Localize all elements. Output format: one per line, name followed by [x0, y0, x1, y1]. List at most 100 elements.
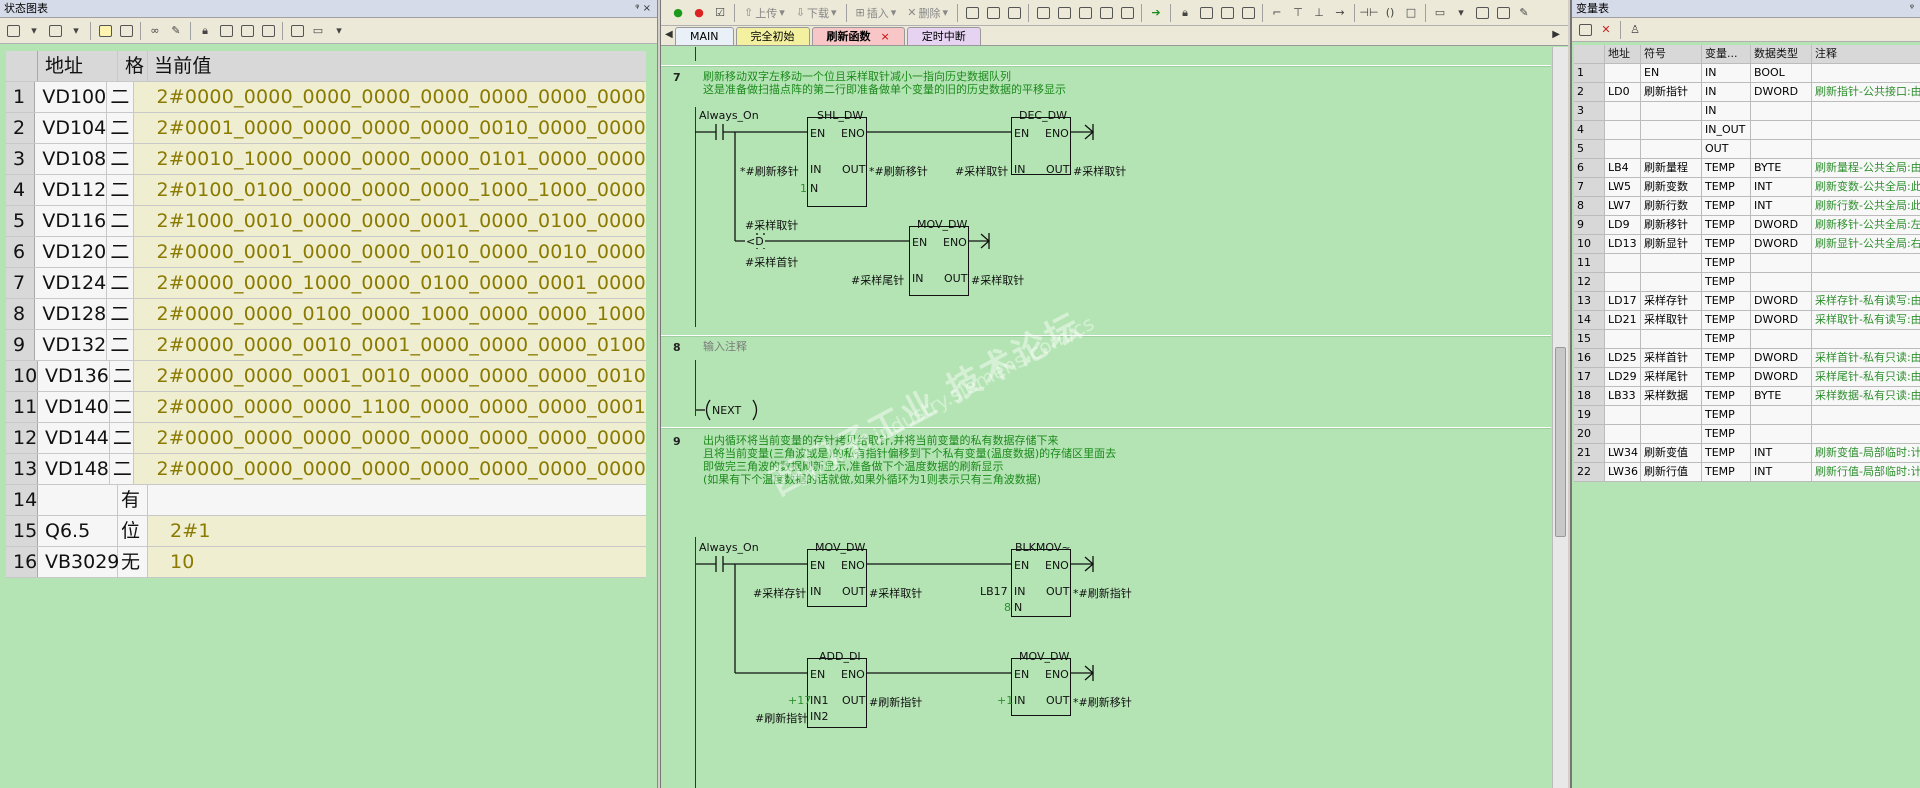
- table-icon[interactable]: [46, 22, 64, 40]
- add-row-icon[interactable]: [4, 22, 22, 40]
- operand[interactable]: #采样存针: [753, 585, 806, 601]
- cross-ref-icon[interactable]: [1494, 4, 1512, 22]
- comment-cell[interactable]: [1812, 102, 1920, 120]
- scrollbar-thumb[interactable]: [1555, 347, 1566, 537]
- comment-cell[interactable]: 采样数据-私有只读:由: [1812, 387, 1920, 405]
- comment-cell[interactable]: 采样尾针-私有只读:由: [1812, 368, 1920, 386]
- address-cell[interactable]: LD13: [1605, 235, 1641, 253]
- address-cell[interactable]: VD112: [35, 175, 108, 205]
- value-cell[interactable]: 2#0010_1000_0000_0000_0000_0101_0000_000…: [134, 144, 646, 174]
- goto-icon[interactable]: ➔: [1147, 4, 1165, 22]
- unforce-icon[interactable]: [238, 22, 256, 40]
- editor-vertical-scrollbar[interactable]: [1552, 47, 1568, 788]
- var-type-cell[interactable]: IN: [1702, 64, 1751, 82]
- network-comment[interactable]: (如果有下个温度数据的话就做,如果外循环为1则表示只有三角波数据): [703, 473, 1041, 486]
- data-type-cell[interactable]: [1751, 273, 1812, 291]
- contact-icon[interactable]: ⊣⊢: [1359, 4, 1378, 22]
- operand-constant[interactable]: +1: [997, 694, 1013, 707]
- address-cell[interactable]: VD148: [38, 454, 110, 484]
- address-cell[interactable]: [1605, 406, 1641, 424]
- value-cell[interactable]: 2#0000_0000_0000_1100_0000_0000_0000_000…: [134, 392, 646, 422]
- format-cell[interactable]: 二: [109, 361, 135, 391]
- format-cell[interactable]: 无: [118, 547, 148, 577]
- data-type-cell[interactable]: DWORD: [1751, 368, 1812, 386]
- symbol-table-icon[interactable]: [1473, 4, 1491, 22]
- operand[interactable]: #采样取针: [955, 163, 1008, 179]
- data-type-cell[interactable]: BYTE: [1751, 387, 1812, 405]
- address-cell[interactable]: VD100: [35, 82, 108, 112]
- format-cell[interactable]: 二: [109, 454, 135, 484]
- var-type-cell[interactable]: TEMP: [1702, 159, 1751, 177]
- var-type-cell[interactable]: TEMP: [1702, 292, 1751, 310]
- var-type-cell[interactable]: OUT: [1702, 140, 1751, 158]
- address-cell[interactable]: VB3029: [38, 547, 119, 577]
- insert-row-icon[interactable]: [1576, 21, 1594, 39]
- format-cell[interactable]: 二: [107, 144, 135, 174]
- data-type-cell[interactable]: [1751, 330, 1812, 348]
- symbol-cell[interactable]: 刷新显针: [1641, 235, 1702, 253]
- data-type-cell[interactable]: INT: [1751, 444, 1812, 462]
- address-cell[interactable]: VD140: [38, 392, 110, 422]
- lock-icon[interactable]: 🔒︎: [1176, 4, 1194, 22]
- format-cell[interactable]: 位: [118, 516, 148, 546]
- delete-button[interactable]: ✕ 删除 ▾: [903, 5, 952, 21]
- contact-operand[interactable]: #采样取针: [745, 217, 798, 233]
- symbol-cell[interactable]: 刷新变数: [1641, 178, 1702, 196]
- data-type-cell[interactable]: DWORD: [1751, 83, 1812, 101]
- operand[interactable]: #采样取针: [1073, 163, 1126, 179]
- table-row[interactable]: 9 LD9 刷新移针 TEMP DWORD 刷新移针-公共全局:左: [1574, 216, 1920, 235]
- dropdown-icon[interactable]: ▾: [67, 22, 85, 40]
- var-type-cell[interactable]: TEMP: [1702, 406, 1751, 424]
- dropdown-icon[interactable]: ▾: [25, 22, 43, 40]
- address-cell[interactable]: VD124: [35, 268, 108, 298]
- data-type-cell[interactable]: [1751, 425, 1812, 443]
- table-row[interactable]: 13 LD17 采样存针 TEMP DWORD 采样存针-私有读写:由: [1574, 292, 1920, 311]
- var-type-cell[interactable]: TEMP: [1702, 254, 1751, 272]
- dropdown-icon[interactable]: ▾: [330, 22, 348, 40]
- table-row[interactable]: 16 LD25 采样首针 TEMP DWORD 采样首针-私有只读:由: [1574, 349, 1920, 368]
- download-button[interactable]: ⇩ 下载 ▾: [792, 5, 841, 21]
- table-row[interactable]: 7 VD124 二 2#0000_0000_1000_0000_0100_0000_0…: [6, 268, 646, 299]
- format-cell[interactable]: 有: [118, 485, 148, 515]
- symbol-cell[interactable]: 采样首针: [1641, 349, 1702, 367]
- comment-cell[interactable]: [1812, 273, 1920, 291]
- address-cell[interactable]: LW36: [1605, 463, 1641, 481]
- glasses-icon[interactable]: ∞: [146, 22, 164, 40]
- data-type-cell[interactable]: BYTE: [1751, 159, 1812, 177]
- operand[interactable]: #刷新指针: [755, 710, 808, 726]
- operand[interactable]: #采样取针: [971, 272, 1024, 288]
- address-cell[interactable]: VD144: [38, 423, 110, 453]
- comment-cell[interactable]: [1812, 121, 1920, 139]
- data-type-cell[interactable]: BOOL: [1751, 64, 1812, 82]
- format-cell[interactable]: 二: [107, 113, 135, 143]
- var-type-cell[interactable]: TEMP: [1702, 387, 1751, 405]
- address-cell[interactable]: LD29: [1605, 368, 1641, 386]
- var-type-cell[interactable]: TEMP: [1702, 178, 1751, 196]
- symbol-icon[interactable]: ♙: [1626, 21, 1644, 39]
- format-cell[interactable]: 二: [107, 175, 135, 205]
- table-row[interactable]: 18 LB33 采样数据 TEMP BYTE 采样数据-私有只读:由: [1574, 387, 1920, 406]
- comment-cell[interactable]: 刷新移针-公共全局:左: [1812, 216, 1920, 234]
- address-cell[interactable]: [1605, 254, 1641, 272]
- table-row[interactable]: 11 VD140 二 2#0000_0000_0000_1100_0000_0000_…: [6, 392, 646, 423]
- data-type-cell[interactable]: [1751, 121, 1812, 139]
- table-row[interactable]: 3 IN: [1574, 102, 1920, 121]
- data-type-cell[interactable]: [1751, 140, 1812, 158]
- symbol-cell[interactable]: 采样取针: [1641, 311, 1702, 329]
- comment-cell[interactable]: 刷新量程-公共全局:由: [1812, 159, 1920, 177]
- data-type-cell[interactable]: [1751, 102, 1812, 120]
- table-row[interactable]: 7 LW5 刷新变数 TEMP INT 刷新变数-公共全局:此: [1574, 178, 1920, 197]
- tab-main[interactable]: MAIN: [675, 27, 734, 45]
- table-row[interactable]: 9 VD132 二 2#0000_0000_0010_0001_0000_0000_0…: [6, 330, 646, 361]
- symbol-cell[interactable]: 刷新变值: [1641, 444, 1702, 462]
- monitor-icon[interactable]: [963, 4, 981, 22]
- insert-button[interactable]: ⊞ 插入 ▾: [852, 5, 901, 21]
- value-cell[interactable]: 2#0000_0000_0010_0001_0000_0000_0000_010…: [134, 330, 646, 360]
- tab-scroll-right-icon[interactable]: ▶: [1552, 29, 1560, 40]
- value-cell[interactable]: 2#0000_0000_0000_0000_0000_0000_0000_000…: [134, 454, 646, 484]
- next-bookmark-icon[interactable]: [1076, 4, 1094, 22]
- operand-constant[interactable]: +17: [788, 694, 811, 707]
- table-row[interactable]: 15 TEMP: [1574, 330, 1920, 349]
- table-row[interactable]: 22 LW36 刷新行值 TEMP INT 刷新行值-局部临时:计: [1574, 463, 1920, 482]
- var-type-cell[interactable]: TEMP: [1702, 197, 1751, 215]
